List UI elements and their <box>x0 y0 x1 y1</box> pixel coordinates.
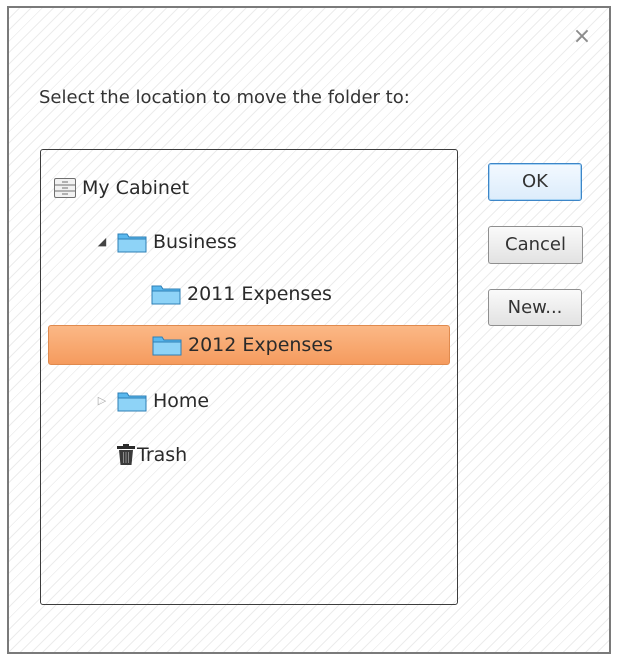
move-folder-dialog: × Select the location to move the folder… <box>7 6 611 654</box>
tree-item-label: 2012 Expenses <box>188 334 333 356</box>
close-icon: × <box>572 24 592 49</box>
tree-item-2012-expenses[interactable]: 2012 Expenses <box>48 325 450 365</box>
cabinet-icon <box>54 178 76 198</box>
tree-item-label: Home <box>153 390 210 412</box>
folder-icon <box>151 283 181 305</box>
tree-item-business[interactable]: ◢ Business <box>95 222 237 262</box>
cancel-button[interactable]: Cancel <box>488 226 583 264</box>
collapsed-triangle-icon[interactable]: ▷ <box>95 394 109 408</box>
folder-icon <box>117 390 147 412</box>
folder-tree[interactable]: My Cabinet ◢ Business 2011 Expenses 2012… <box>40 149 458 605</box>
tree-item-home[interactable]: ▷ Home <box>95 381 209 421</box>
ok-button[interactable]: OK <box>488 163 582 201</box>
tree-item-label: My Cabinet <box>82 177 190 199</box>
folder-icon <box>117 231 147 253</box>
tree-item-label: Trash <box>137 444 188 466</box>
expanded-triangle-icon[interactable]: ◢ <box>95 235 109 249</box>
tree-item-label: Business <box>153 231 237 253</box>
tree-item-label: 2011 Expenses <box>187 283 332 305</box>
folder-icon <box>152 334 182 356</box>
trash-icon <box>116 444 136 466</box>
dialog-prompt: Select the location to move the folder t… <box>39 87 410 108</box>
new-folder-button[interactable]: New... <box>488 289 582 326</box>
tree-item-trash[interactable]: Trash <box>116 435 187 475</box>
tree-item-my-cabinet[interactable]: My Cabinet <box>54 168 189 208</box>
tree-item-2011-expenses[interactable]: 2011 Expenses <box>151 274 332 314</box>
close-button[interactable]: × <box>571 26 593 48</box>
